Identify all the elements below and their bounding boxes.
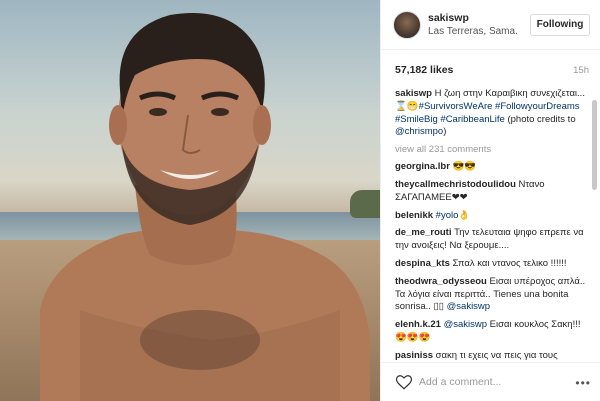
comment-mention[interactable]: @sakiswp [447,301,490,312]
following-button[interactable]: Following [530,14,590,36]
post-age[interactable]: 15h [573,65,589,76]
list-item: georgina.lbr 😎😎 [395,161,591,174]
comments-list: sakiswp Η ζωη στην Καραιβικη συνεχιζεται… [395,88,591,360]
caption-credits: (photo credits to [504,113,576,125]
comments-scrollbar[interactable] [592,100,597,190]
person-selfie [40,13,370,401]
list-item: despina_kts Σπαλ και ντανος τελικο !!!!!… [395,258,591,271]
caption-username[interactable]: sakiswp [395,88,432,99]
caption-credits-end: ) [443,126,447,138]
post-location[interactable]: Las Terreras, Sama... [428,26,518,37]
comment-text: Σπαλ και ντανος τελικο !!!!!! [449,257,567,269]
add-comment-input[interactable] [419,373,559,391]
comment-text: σακη τι εχεις να πεις για τους [433,349,558,360]
view-all-comments-link[interactable]: view all 231 comments [395,144,591,155]
comment-username[interactable]: elenh.k.21 [395,319,441,330]
post-header: sakiswp Las Terreras, Sama... Following [381,0,600,50]
comment-username[interactable]: despina_kts [395,258,450,269]
likes-count[interactable]: 57,182 likes [395,64,453,76]
more-options-icon[interactable]: ••• [575,376,591,390]
caption: sakiswp Η ζωη στην Καραιβικη συνεχιζεται… [395,88,591,139]
avatar[interactable] [393,11,421,39]
post-sidebar: sakiswp Las Terreras, Sama... Following … [380,0,600,401]
list-item: elenh.k.21 @sakiswp Εισαι κουκλος Σακη!!… [395,319,591,345]
post-username[interactable]: sakiswp [428,12,469,24]
list-item: de_me_routi Την τελευταια ψηφο επρεπε να… [395,227,591,253]
comment-hashtag[interactable]: #yolo👌 [436,210,471,221]
comment-username[interactable]: pasiniss [395,350,433,360]
comment-username[interactable]: de_me_routi [395,227,452,238]
post-photo[interactable] [0,0,380,401]
comment-username[interactable]: belenikk [395,210,433,221]
list-item: theodwra_odysseou Εισαι υπέροχος απλά.. … [395,276,591,314]
likes-row: 57,182 likes 15h [381,60,600,80]
heart-icon[interactable] [395,373,413,391]
comment-text: 😎😎 [449,161,477,173]
list-item: theycallmechristodoulidou Ντανο ΣΑΓΑΠΑΜΕ… [395,179,591,205]
comment-mention[interactable]: @sakiswp [444,319,487,330]
comment-username[interactable]: theycallmechristodoulidou [395,179,516,190]
list-item: pasiniss σακη τι εχεις να πεις για τους [395,350,591,360]
caption-credit-user[interactable]: @chrismpo [395,126,443,137]
comment-username[interactable]: theodwra_odysseou [395,276,487,287]
list-item: belenikk #yolo👌 [395,210,591,223]
comment-username[interactable]: georgina.lbr [395,161,450,172]
comment-footer: ••• [381,362,600,401]
